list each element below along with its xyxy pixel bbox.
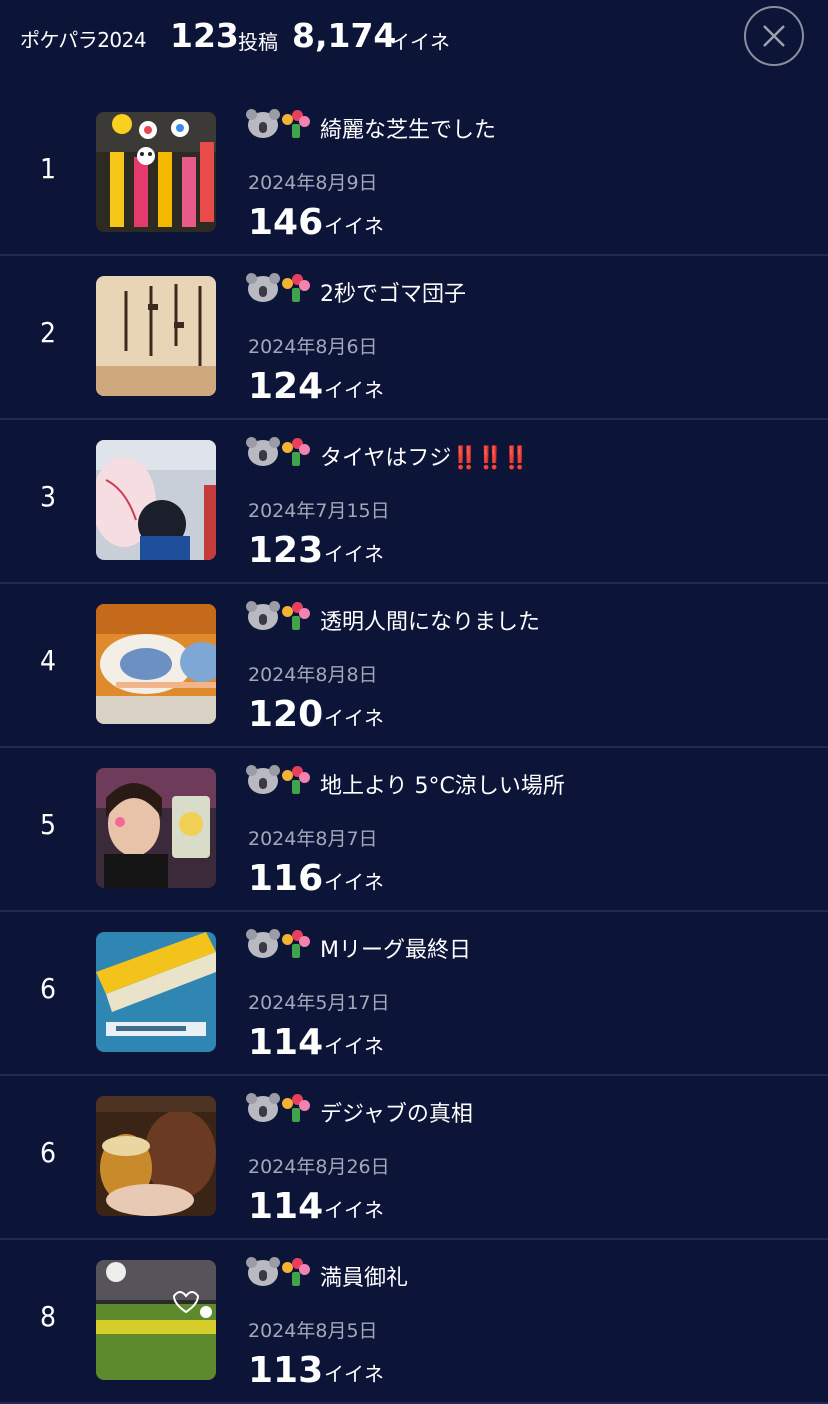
close-icon [763,25,785,47]
posts-count: 123 [170,16,239,55]
total-likes-count: 8,174 [292,16,397,55]
koala-emoji-icon [246,765,280,794]
rank-number: 4 [39,644,57,677]
post-date: 2024年7月15日 [248,500,390,522]
post-likes-count: 123 [248,530,324,571]
post-title: 2秒でゴマ団子 [320,282,466,307]
post-emoji [246,601,318,632]
post-date: 2024年8月26日 [248,1156,390,1178]
post-likes-count: 146 [248,202,324,243]
post-title: Mリーグ最終日 [320,938,471,963]
koala-emoji-icon [246,1257,280,1286]
koala-emoji-icon [246,1093,280,1122]
post-emoji [246,1257,318,1288]
bouquet-emoji-icon [280,1258,310,1288]
post-thumbnail[interactable] [96,112,216,232]
post-date: 2024年8月8日 [248,664,378,686]
post-title: デジャブの真相 [320,1102,473,1127]
rank-number: 2 [39,316,57,349]
ranking-row[interactable]: 1 綺麗な芝生でした 2024年8月9日 146 イイネ [0,92,828,256]
post-likes-label: イイネ [324,542,384,566]
post-thumbnail[interactable] [96,1260,216,1380]
post-date: 2024年8月6日 [248,336,378,358]
bouquet-emoji-icon [280,930,310,960]
post-likes-count: 114 [248,1022,324,1063]
post-thumbnail[interactable] [96,932,216,1052]
post-likes-label: イイネ [324,1198,384,1222]
post-emoji [246,929,318,960]
post-title: タイヤはフジ‼️‼️‼️ [320,446,530,471]
page-title: ポケパラ2024 [20,28,147,52]
total-likes-label: イイネ [390,30,450,54]
ranking-row[interactable]: 2 2秒でゴマ団子 2024年8月6日 124 イイネ [0,256,828,420]
post-title: 綺麗な芝生でした [320,118,497,143]
rank-number: 6 [39,972,57,1005]
rank-number: 6 [39,1136,57,1169]
post-likes-count: 114 [248,1186,324,1227]
post-title: 満員御礼 [320,1266,409,1291]
post-likes-count: 124 [248,366,324,407]
post-thumbnail[interactable] [96,1096,216,1216]
post-likes-count: 120 [248,694,324,735]
ranking-row[interactable]: 5 地上より 5°C涼しい場所 2024年8月7日 116 イイネ [0,748,828,912]
exclamation-emoji: ‼️‼️‼️ [451,446,529,471]
ranking-row[interactable]: 6 デジャブの真相 2024年8月26日 114 イイネ [0,1076,828,1240]
post-thumbnail[interactable] [96,440,216,560]
header: ポケパラ2024 123 投稿 8,174 イイネ [0,0,828,84]
post-emoji [246,437,318,468]
post-emoji [246,273,318,304]
ranking-row[interactable]: 3 タイヤはフジ‼️‼️‼️ 2024年7月15日 123 イイネ [0,420,828,584]
post-date: 2024年8月7日 [248,828,378,850]
post-thumbnail[interactable] [96,276,216,396]
koala-emoji-icon [246,929,280,958]
post-date: 2024年5月17日 [248,992,390,1014]
post-likes-label: イイネ [324,214,384,238]
bouquet-emoji-icon [280,602,310,632]
post-likes-label: イイネ [324,378,384,402]
bouquet-emoji-icon [280,766,310,796]
bouquet-emoji-icon [280,1094,310,1124]
ranking-row[interactable]: 4 透明人間になりました 2024年8月8日 120 イイネ [0,584,828,748]
post-likes-label: イイネ [324,1034,384,1058]
koala-emoji-icon [246,437,280,466]
koala-emoji-icon [246,109,280,138]
post-title: 透明人間になりました [320,610,541,635]
ranking-row[interactable]: 6 Mリーグ最終日 2024年5月17日 114 イイネ [0,912,828,1076]
post-emoji [246,765,318,796]
post-likes-count: 113 [248,1350,324,1391]
rank-number: 3 [39,480,57,513]
post-title: 地上より 5°C涼しい場所 [320,774,565,799]
ranking-row[interactable]: 8 満員御礼 2024年8月5日 113 イイネ [0,1240,828,1404]
bouquet-emoji-icon [280,274,310,304]
post-likes-label: イイネ [324,870,384,894]
post-thumbnail[interactable] [96,604,216,724]
post-thumbnail[interactable] [96,768,216,888]
bouquet-emoji-icon [280,110,310,140]
post-likes-count: 116 [248,858,324,899]
rank-number: 8 [39,1300,57,1333]
post-emoji [246,109,318,140]
bouquet-emoji-icon [280,438,310,468]
posts-label: 投稿 [238,30,278,54]
post-emoji [246,1093,318,1124]
post-date: 2024年8月9日 [248,172,378,194]
rank-number: 5 [39,808,57,841]
post-date: 2024年8月5日 [248,1320,378,1342]
close-button[interactable] [744,6,804,66]
koala-emoji-icon [246,273,280,302]
koala-emoji-icon [246,601,280,630]
post-likes-label: イイネ [324,706,384,730]
ranking-list: 1 綺麗な芝生でした 2024年8月9日 146 イイネ 2 2秒でゴマ団子 2… [0,92,828,1404]
rank-number: 1 [39,152,57,185]
post-likes-label: イイネ [324,1362,384,1386]
